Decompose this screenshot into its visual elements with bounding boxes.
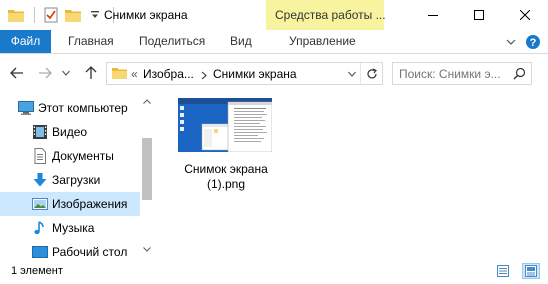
details-view-icon — [497, 265, 509, 277]
nav-item-label: Музыка — [52, 221, 95, 235]
tab-share[interactable]: Поделиться — [139, 30, 205, 53]
search-input[interactable] — [399, 66, 509, 81]
file-name: Снимок экрана (1).png — [174, 162, 278, 192]
customize-toolbar-icon[interactable] — [85, 6, 105, 24]
details-view-button[interactable] — [494, 263, 512, 279]
nav-item-label: Рабочий стол — [52, 245, 128, 259]
scroll-up-icon[interactable] — [142, 96, 152, 106]
chevron-down-icon — [348, 71, 356, 77]
breadcrumb-pictures[interactable]: Изобра... — [143, 67, 194, 81]
documents-icon — [32, 148, 48, 164]
scroll-thumb[interactable] — [142, 138, 152, 200]
nav-item-label: Изображения — [52, 197, 128, 211]
contextual-tab-group-label: Средства работы ... — [275, 8, 386, 22]
address-history-button[interactable] — [344, 63, 360, 84]
music-icon — [32, 220, 48, 236]
up-button[interactable] — [82, 63, 100, 83]
minimize-icon — [428, 15, 438, 16]
status-bar: 1 элемент — [0, 259, 548, 284]
tab-file[interactable]: Файл — [0, 30, 51, 53]
scroll-down-icon[interactable] — [142, 244, 152, 254]
breadcrumb-overflow[interactable]: « — [131, 67, 138, 81]
nav-item-label: Этот компьютер — [38, 101, 128, 115]
chevron-down-icon — [62, 70, 70, 76]
maximize-button[interactable] — [456, 0, 502, 30]
nav-item-music[interactable]: Музыка — [0, 216, 140, 240]
window-title: Снимки экрана — [104, 8, 188, 22]
nav-item-label: Загрузки — [52, 173, 101, 187]
arrow-left-icon — [10, 67, 23, 79]
refresh-button[interactable] — [360, 63, 382, 84]
item-count: 1 элемент — [11, 265, 63, 277]
tab-manage[interactable]: Управление — [289, 30, 356, 53]
close-button[interactable] — [502, 0, 548, 30]
navigation-row: « Изобра... Снимки экрана — [0, 55, 548, 91]
nav-item-videos[interactable]: Видео — [0, 120, 140, 144]
breadcrumb-screenshots[interactable]: Снимки экрана — [213, 67, 297, 81]
screenshot-thumbnail — [178, 98, 273, 153]
chevron-down-icon — [506, 39, 516, 45]
folder-icon — [6, 6, 26, 24]
nav-item-pictures[interactable]: Изображения — [0, 192, 140, 216]
svg-text:?: ? — [530, 37, 537, 49]
arrow-up-icon — [85, 66, 97, 79]
expand-ribbon-button[interactable] — [502, 33, 520, 51]
search-box[interactable] — [392, 62, 532, 85]
refresh-icon — [366, 67, 377, 78]
large-icons-view-button[interactable] — [522, 263, 540, 279]
tab-home[interactable]: Главная — [68, 30, 114, 53]
breadcrumb-separator-icon[interactable] — [201, 69, 207, 83]
new-folder-icon[interactable] — [63, 6, 83, 24]
navigation-pane: Этот компьютер Видео Документы Загрузки … — [0, 92, 154, 259]
nav-item-this-pc[interactable]: Этот компьютер — [0, 96, 140, 120]
help-icon: ? — [526, 35, 540, 49]
arrow-right-icon — [39, 67, 52, 79]
ribbon-tabs: Файл Главная Поделиться Вид Управление ? — [0, 30, 548, 54]
downloads-icon — [32, 172, 48, 188]
computer-icon — [18, 100, 34, 116]
ribbon-controls: ? — [498, 33, 542, 51]
forward-button[interactable] — [36, 63, 54, 83]
file-list: Снимок экрана (1).png — [154, 92, 548, 259]
large-icons-view-icon — [525, 265, 537, 277]
nav-item-downloads[interactable]: Загрузки — [0, 168, 140, 192]
tab-view[interactable]: Вид — [230, 30, 252, 53]
video-icon — [32, 124, 48, 140]
recent-locations-button[interactable] — [60, 63, 72, 83]
back-button[interactable] — [8, 63, 26, 83]
address-bar[interactable]: « Изобра... Снимки экрана — [106, 62, 383, 85]
minimize-button[interactable] — [410, 0, 456, 30]
maximize-icon — [474, 10, 484, 20]
toolbar-divider — [34, 7, 35, 23]
file-name-line: Снимок экрана — [184, 162, 268, 176]
desktop-icon — [32, 244, 48, 260]
title-bar: Снимки экрана Средства работы ... — [0, 0, 548, 30]
nav-item-label: Видео — [52, 125, 88, 139]
quick-access-toolbar — [6, 6, 120, 24]
nav-item-documents[interactable]: Документы — [0, 144, 140, 168]
properties-icon[interactable] — [41, 6, 61, 24]
folder-icon — [112, 66, 127, 83]
nav-pane-scrollbar[interactable] — [140, 92, 154, 259]
contextual-tab-group: Средства работы ... — [266, 0, 386, 30]
file-name-line: (1).png — [206, 177, 246, 191]
pictures-icon — [32, 196, 48, 212]
search-icon[interactable] — [513, 67, 526, 83]
close-icon — [520, 10, 530, 20]
nav-item-label: Документы — [52, 149, 114, 163]
help-button[interactable]: ? — [524, 33, 542, 51]
